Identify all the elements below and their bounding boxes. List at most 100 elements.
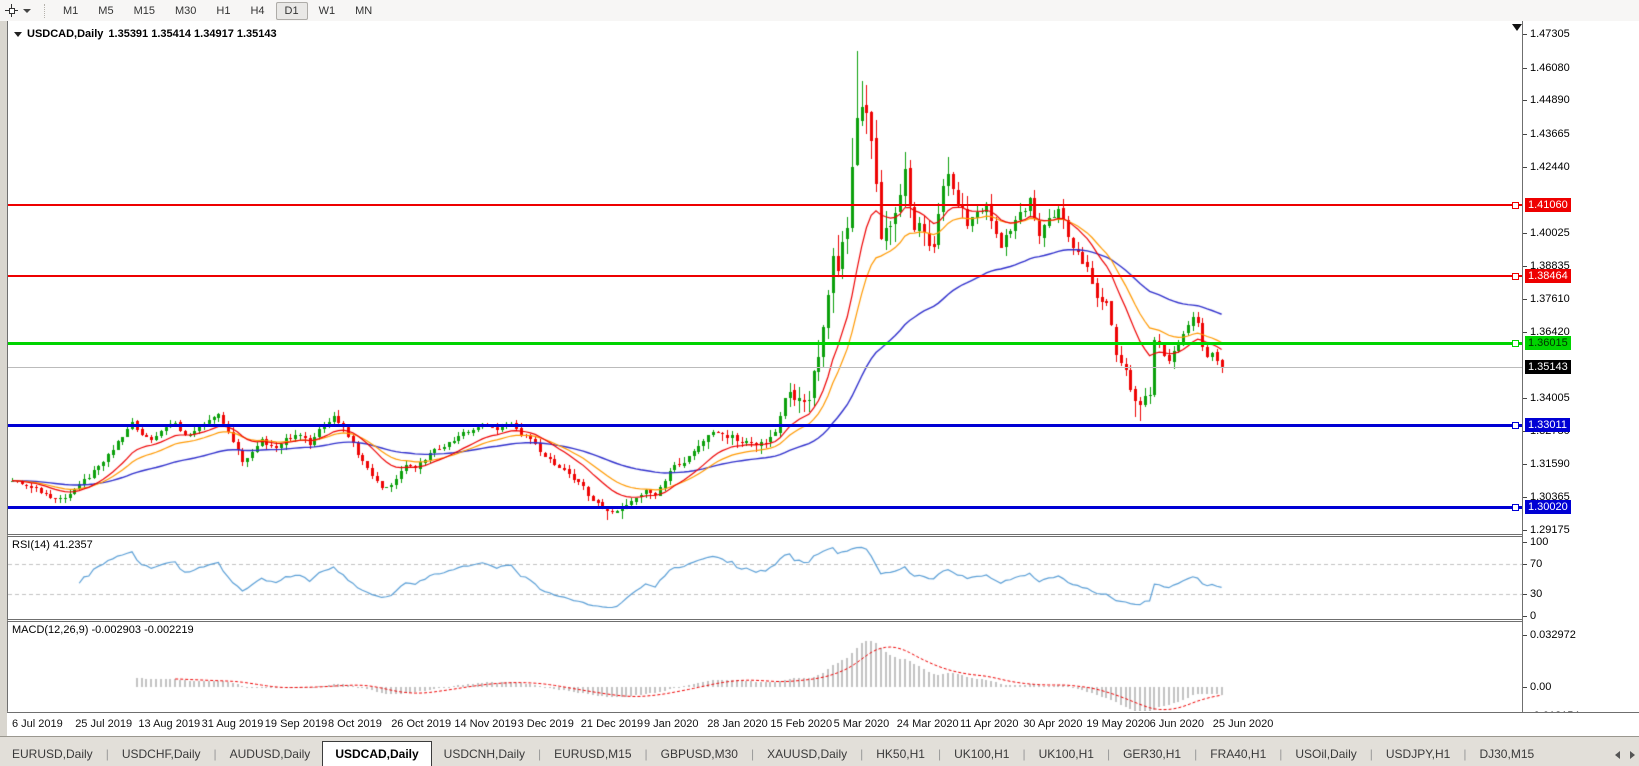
price-chart-canvas[interactable] — [8, 21, 1522, 534]
timeframe-h1-button[interactable]: H1 — [207, 2, 239, 20]
axis-tick-label: 0.032972 — [1530, 629, 1576, 641]
timeframe-w1-button[interactable]: W1 — [310, 2, 345, 20]
hline-1-38464[interactable] — [8, 275, 1522, 277]
tab-ger30-h1[interactable]: GER30,H1 — [1111, 742, 1193, 766]
axis-tick-label: 1.42440 — [1530, 161, 1570, 173]
tab-usdcad-daily[interactable]: USDCAD,Daily — [322, 741, 431, 766]
timeframe-m15-button[interactable]: M15 — [125, 2, 164, 20]
tab-dj30-m15[interactable]: DJ30,M15 — [1467, 742, 1546, 766]
axis-tick-mark — [1523, 332, 1527, 333]
hline-handle[interactable] — [1512, 504, 1519, 511]
hline-handle[interactable] — [1512, 422, 1519, 429]
tab-uk100-h1[interactable]: UK100,H1 — [942, 742, 1021, 766]
bid-price-line — [8, 367, 1522, 368]
date-label: 14 Nov 2019 — [454, 718, 516, 730]
date-label: 25 Jun 2020 — [1213, 718, 1274, 730]
hline-handle[interactable] — [1512, 273, 1519, 280]
axis-tick-mark — [1523, 134, 1527, 135]
axis-tick-mark — [1523, 68, 1527, 69]
tab-usoil-daily[interactable]: USOil,Daily — [1283, 742, 1368, 766]
axis-tick-label: 1.37610 — [1530, 293, 1570, 305]
date-label: 28 Jan 2020 — [707, 718, 768, 730]
chart-tab-bar: EURUSD,Daily|USDCHF,Daily|AUDUSD,DailyUS… — [0, 736, 1639, 766]
crosshair-icon[interactable] — [3, 3, 21, 19]
price-tag-1-30020: 1.30020 — [1525, 500, 1571, 514]
hline-1-41060[interactable] — [8, 204, 1522, 206]
chart-ohlc-values: 1.35391 1.35414 1.34917 1.35143 — [108, 28, 276, 40]
axis-tick-label: 1.47305 — [1530, 28, 1570, 40]
hline-1-30020[interactable] — [8, 506, 1522, 509]
timeframe-m1-button[interactable]: M1 — [54, 2, 87, 20]
tab-eurusd-daily[interactable]: EURUSD,Daily — [0, 742, 105, 766]
date-label: 13 Aug 2019 — [138, 718, 200, 730]
date-label: 21 Dec 2019 — [581, 718, 643, 730]
hline-1-33011[interactable] — [8, 424, 1522, 427]
date-label: 11 Apr 2020 — [960, 718, 1019, 730]
timeframe-m5-button[interactable]: M5 — [89, 2, 122, 20]
tab-uk100-h1[interactable]: UK100,H1 — [1027, 742, 1106, 766]
axis-tick-mark — [1523, 167, 1527, 168]
chart-symbol-label: USDCAD,Daily — [27, 28, 103, 40]
timeframe-m30-button[interactable]: M30 — [166, 2, 205, 20]
axis-tick-label: 1.40025 — [1530, 227, 1570, 239]
axis-tick-mark — [1523, 464, 1527, 465]
price-chart-panel: USDCAD,Daily 1.35391 1.35414 1.34917 1.3… — [7, 21, 1523, 534]
rsi-canvas[interactable] — [8, 537, 1522, 619]
hline-handle[interactable] — [1512, 340, 1519, 347]
tab-xauusd-daily[interactable]: XAUUSD,Daily — [755, 742, 859, 766]
axis-tick-mark — [1523, 398, 1527, 399]
price-axis[interactable]: 1.473051.460801.448901.436651.424401.400… — [1522, 21, 1639, 736]
date-label: 25 Jul 2019 — [75, 718, 132, 730]
timeframe-d1-button[interactable]: D1 — [276, 2, 308, 20]
date-label: 15 Feb 2020 — [770, 718, 832, 730]
tab-fra40-h1[interactable]: FRA40,H1 — [1198, 742, 1278, 766]
toolbar-separator — [44, 4, 46, 18]
tab-usdjpy-h1[interactable]: USDJPY,H1 — [1374, 742, 1462, 766]
date-label: 19 May 2020 — [1086, 718, 1150, 730]
price-tag-1-33011: 1.33011 — [1525, 418, 1570, 432]
axis-tick-mark — [1523, 266, 1527, 267]
axis-tick-label: 30 — [1530, 588, 1542, 600]
price-tag-1-38464: 1.38464 — [1525, 269, 1571, 283]
tab-usdchf-daily[interactable]: USDCHF,Daily — [110, 742, 213, 766]
rsi-indicator-panel: RSI(14) 41.2357 — [7, 537, 1523, 619]
axis-tick-label: 1.43665 — [1530, 128, 1570, 140]
date-label: 3 Dec 2019 — [518, 718, 574, 730]
tab-scroll-left-button[interactable] — [1615, 751, 1620, 759]
axis-tick-mark — [1523, 635, 1527, 636]
axis-tick-mark — [1523, 34, 1527, 35]
timeframe-buttons: M1M5M15M30H1H4D1W1MN — [53, 5, 382, 17]
tab-scroll-controls — [1615, 751, 1635, 759]
chart-menu-arrow-icon[interactable] — [14, 32, 22, 37]
date-label: 8 Oct 2019 — [328, 718, 382, 730]
date-label: 6 Jul 2019 — [12, 718, 63, 730]
timeframe-mn-button[interactable]: MN — [346, 2, 381, 20]
axis-tick-mark — [1523, 233, 1527, 234]
axis-tick-mark — [1523, 497, 1527, 498]
tab-eurusd-m15[interactable]: EURUSD,M15 — [542, 742, 643, 766]
hline-handle[interactable] — [1512, 202, 1519, 209]
timeframe-h4-button[interactable]: H4 — [241, 2, 273, 20]
axis-tick-label: 1.44890 — [1530, 94, 1570, 106]
date-axis[interactable]: 6 Jul 201925 Jul 201913 Aug 201931 Aug 2… — [7, 712, 1639, 737]
tab-scroll-right-button[interactable] — [1630, 751, 1635, 759]
axis-tick-mark — [1523, 542, 1527, 543]
chevron-down-icon[interactable] — [23, 9, 31, 13]
rsi-label: RSI(14) 41.2357 — [12, 539, 93, 551]
date-label: 24 Mar 2020 — [897, 718, 959, 730]
panel-separator[interactable] — [7, 534, 1639, 535]
axis-tick-label: 0 — [1530, 610, 1536, 622]
hline-1-36015[interactable] — [8, 342, 1522, 345]
axis-tick-label: 0.00 — [1530, 681, 1551, 693]
date-label: 6 Jun 2020 — [1150, 718, 1204, 730]
macd-canvas[interactable] — [8, 622, 1522, 711]
axis-tick-mark — [1523, 687, 1527, 688]
tab-hk50-h1[interactable]: HK50,H1 — [864, 742, 937, 766]
tab-audusd-daily[interactable]: AUDUSD,Daily — [218, 742, 323, 766]
chart-shift-marker-icon[interactable] — [1512, 24, 1522, 31]
axis-tick-label: 1.29175 — [1530, 524, 1570, 536]
tab-usdcnh-daily[interactable]: USDCNH,Daily — [432, 742, 537, 766]
axis-tick-label: 100 — [1530, 536, 1548, 548]
tab-gbpusd-m30[interactable]: GBPUSD,M30 — [649, 742, 750, 766]
panel-separator[interactable] — [7, 619, 1639, 620]
